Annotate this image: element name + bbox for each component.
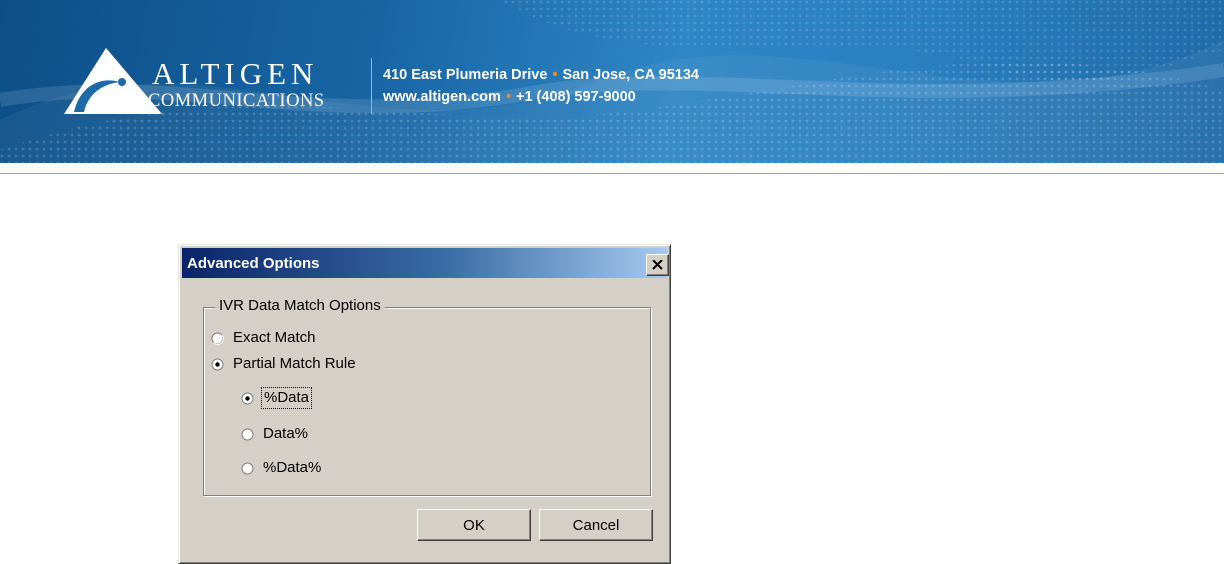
data-pct-option[interactable]: Data% — [241, 424, 308, 444]
partial-match-radio[interactable] — [211, 358, 224, 371]
pct-data-option[interactable]: %Data — [241, 387, 313, 409]
separator-dot: • — [505, 89, 511, 105]
exact-match-radio[interactable] — [211, 332, 224, 345]
pct-data-pct-label: %Data% — [263, 459, 322, 476]
exact-match-option[interactable]: Exact Match — [211, 328, 316, 348]
groupbox-label: IVR Data Match Options — [215, 296, 385, 316]
data-pct-radio[interactable] — [241, 428, 254, 441]
dialog-titlebar[interactable]: Advanced Options — [182, 248, 669, 278]
partial-match-label: Partial Match Rule — [233, 355, 356, 372]
pct-data-pct-radio[interactable] — [241, 462, 254, 475]
advanced-options-dialog: Advanced Options IVR Data Match Options … — [178, 244, 671, 564]
dialog-title: Advanced Options — [187, 255, 320, 272]
header-banner: ALTIGEN COMMUNICATIONS 410 East Plumeria… — [0, 0, 1224, 163]
pct-data-label: %Data — [260, 387, 313, 409]
data-pct-label: Data% — [263, 425, 309, 442]
ok-button[interactable]: OK — [417, 509, 531, 541]
address-line-1: 410 East Plumeria Drive • San Jose, CA 951… — [383, 68, 699, 83]
close-button[interactable] — [646, 254, 669, 276]
pct-data-pct-option[interactable]: %Data% — [241, 458, 321, 478]
header-divider-line — [0, 173, 1224, 174]
brand-subtitle: COMMUNICATIONS — [148, 91, 325, 111]
close-icon — [652, 260, 663, 270]
phone-number: +1 (408) 597-9000 — [515, 89, 636, 105]
address-line-2: www.altigen.com • +1 (408) 597-9000 — [383, 90, 636, 105]
street-address: 410 East Plumeria Drive — [383, 67, 548, 83]
brand-name: ALTIGEN — [152, 56, 319, 91]
brand-divider — [371, 58, 372, 114]
separator-dot: • — [552, 67, 558, 83]
exact-match-label: Exact Match — [233, 329, 316, 346]
website-url: www.altigen.com — [383, 89, 501, 105]
pct-data-radio[interactable] — [241, 392, 254, 405]
partial-match-option[interactable]: Partial Match Rule — [211, 354, 356, 374]
city-state-zip: San Jose, CA 95134 — [562, 67, 699, 83]
cancel-button[interactable]: Cancel — [539, 509, 653, 541]
